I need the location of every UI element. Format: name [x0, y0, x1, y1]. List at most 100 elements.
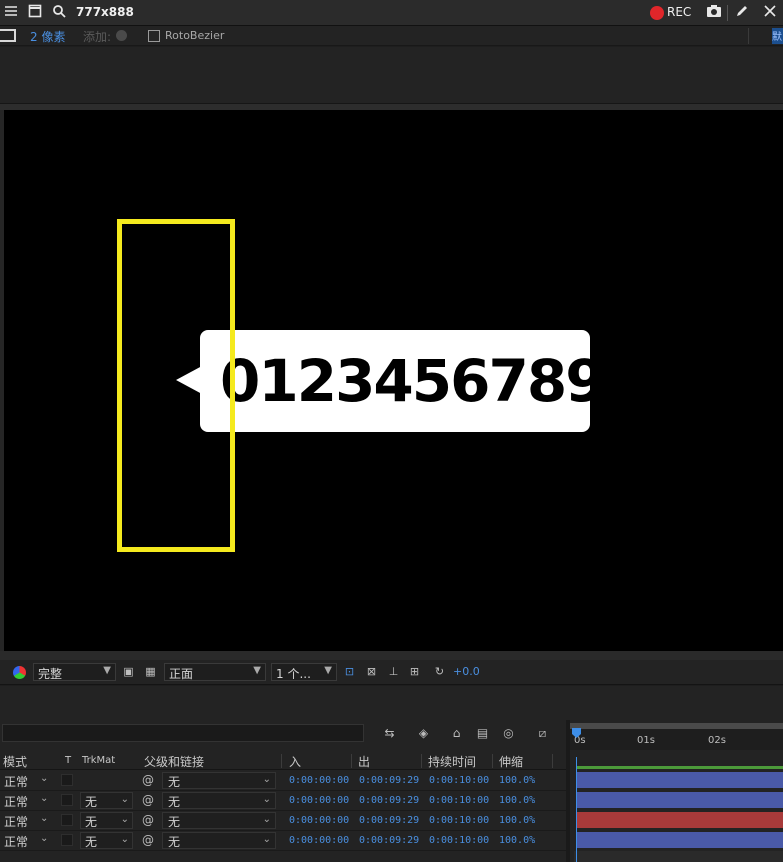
- chevron-down-icon: ⌄: [120, 834, 129, 845]
- layer-mode[interactable]: 正常: [4, 833, 28, 850]
- trkmat-select[interactable]: 无 ⌄: [80, 832, 133, 849]
- color-channel-icon[interactable]: [13, 666, 26, 679]
- chevron-down-icon: ⌄: [262, 814, 271, 825]
- layer-bar[interactable]: [576, 792, 783, 808]
- layer-bar[interactable]: [576, 812, 783, 828]
- parent-select[interactable]: 无 ⌄: [162, 812, 276, 829]
- menu-icon[interactable]: [4, 4, 22, 22]
- layer-out[interactable]: 0:00:09:29: [359, 815, 419, 826]
- pickwhip-icon[interactable]: @: [142, 813, 154, 827]
- divider: [727, 5, 728, 21]
- timeline-icon[interactable]: ⊥: [386, 665, 401, 679]
- workspace-tab-label: 默: [772, 32, 782, 43]
- chevron-down-icon[interactable]: ⌄: [40, 833, 48, 844]
- column-mode[interactable]: 模式: [3, 753, 27, 770]
- preserve-transparency-toggle[interactable]: [61, 794, 73, 806]
- column-trkmat[interactable]: TrkMat: [82, 755, 115, 766]
- fast-preview-icon[interactable]: ⊠: [364, 665, 379, 679]
- column-parent[interactable]: 父级和链接: [144, 753, 204, 770]
- empty-panel: [0, 686, 783, 720]
- layer-bar[interactable]: [576, 832, 783, 848]
- layer-row[interactable]: 正常 ⌄ 无 ⌄ @ 无 ⌄ 0:00:00:00 0:00:09:29 0:00:…: [0, 791, 566, 811]
- window-icon[interactable]: [28, 4, 46, 22]
- motion-blur-icon[interactable]: ◎: [500, 725, 517, 741]
- chevron-down-icon: ⌄: [262, 834, 271, 845]
- trkmat-value: 无: [85, 815, 98, 829]
- layer-stretch[interactable]: 100.0%: [499, 775, 535, 786]
- feather-pixels-value[interactable]: 2 像素: [30, 28, 65, 45]
- layer-stretch[interactable]: 100.0%: [499, 795, 535, 806]
- timeline-scrollbar[interactable]: [574, 851, 783, 862]
- camera-icon[interactable]: [706, 4, 724, 22]
- parent-select[interactable]: 无 ⌄: [162, 792, 276, 809]
- composition-viewer[interactable]: 0123456789: [4, 110, 783, 651]
- transparency-grid-icon[interactable]: ▦: [143, 665, 158, 679]
- flowchart-icon[interactable]: ⊞: [407, 665, 422, 679]
- layer-duration[interactable]: 0:00:10:00: [429, 795, 489, 806]
- reset-exposure-icon[interactable]: ↻: [432, 665, 447, 679]
- record-icon[interactable]: [650, 6, 664, 20]
- column-duration[interactable]: 持续时间: [428, 753, 476, 770]
- pen-icon[interactable]: [735, 4, 753, 22]
- trkmat-select[interactable]: 无 ⌄: [80, 812, 133, 829]
- work-area-bar[interactable]: [570, 723, 783, 729]
- layer-out[interactable]: 0:00:09:29: [359, 835, 419, 846]
- add-mode-icon[interactable]: [116, 30, 127, 41]
- view-layout-select[interactable]: 1 个... ▼: [271, 663, 337, 681]
- preserve-transparency-toggle[interactable]: [61, 774, 73, 786]
- layer-out[interactable]: 0:00:09:29: [359, 795, 419, 806]
- shape-tool-icon[interactable]: [0, 29, 16, 42]
- preserve-transparency-toggle[interactable]: [61, 834, 73, 846]
- layer-mode[interactable]: 正常: [4, 813, 28, 830]
- layer-duration[interactable]: 0:00:10:00: [429, 775, 489, 786]
- timeline-search-input[interactable]: [2, 724, 364, 742]
- parent-value: 无: [168, 815, 181, 829]
- layer-bar[interactable]: [576, 772, 783, 788]
- layer-stretch[interactable]: 100.0%: [499, 835, 535, 846]
- layer-in[interactable]: 0:00:00:00: [289, 815, 349, 826]
- time-ruler[interactable]: 0s 01s 02s: [570, 723, 783, 750]
- resolution-select[interactable]: 完整 ▼: [33, 663, 116, 681]
- layer-in[interactable]: 0:00:00:00: [289, 795, 349, 806]
- layer-mode[interactable]: 正常: [4, 793, 28, 810]
- layer-in[interactable]: 0:00:00:00: [289, 775, 349, 786]
- layer-out[interactable]: 0:00:09:29: [359, 775, 419, 786]
- composition-mini-flowchart-icon[interactable]: ⇆: [381, 725, 398, 741]
- chevron-down-icon[interactable]: ⌄: [40, 813, 48, 824]
- workspace-tab[interactable]: 默: [772, 28, 783, 44]
- search-icon[interactable]: [52, 4, 70, 22]
- rotobezier-checkbox[interactable]: [148, 30, 160, 42]
- column-out[interactable]: 出: [358, 753, 370, 770]
- chevron-down-icon[interactable]: ⌄: [40, 793, 48, 804]
- region-of-interest-icon[interactable]: ▣: [121, 665, 136, 679]
- view-select[interactable]: 正面 ▼: [164, 663, 266, 681]
- chevron-down-icon[interactable]: ⌄: [40, 773, 48, 784]
- layer-stretch[interactable]: 100.0%: [499, 815, 535, 826]
- parent-select[interactable]: 无 ⌄: [162, 832, 276, 849]
- trkmat-select[interactable]: 无 ⌄: [80, 792, 133, 809]
- record-label[interactable]: REC: [667, 5, 691, 19]
- parent-select[interactable]: 无 ⌄: [162, 772, 276, 789]
- close-icon[interactable]: [763, 4, 781, 22]
- pickwhip-icon[interactable]: @: [142, 793, 154, 807]
- layer-duration[interactable]: 0:00:10:00: [429, 815, 489, 826]
- graph-editor-icon[interactable]: ⧄: [534, 725, 551, 741]
- playhead-line: [576, 757, 577, 862]
- frame-blending-icon[interactable]: ▤: [474, 725, 491, 741]
- column-t[interactable]: T: [65, 755, 71, 766]
- layer-mode[interactable]: 正常: [4, 773, 28, 790]
- layer-row[interactable]: 正常 ⌄ 无 ⌄ @ 无 ⌄ 0:00:00:00 0:00:09:29 0:00:…: [0, 831, 566, 851]
- toggle-pixel-aspect-icon[interactable]: ⊡: [342, 665, 357, 679]
- column-stretch[interactable]: 伸缩: [499, 753, 523, 770]
- preserve-transparency-toggle[interactable]: [61, 814, 73, 826]
- column-in[interactable]: 入: [289, 753, 301, 770]
- pickwhip-icon[interactable]: @: [142, 833, 154, 847]
- hide-shy-layers-icon[interactable]: ⌂: [448, 725, 465, 741]
- pickwhip-icon[interactable]: @: [142, 773, 154, 787]
- layer-row[interactable]: 正常 ⌄ @ 无 ⌄ 0:00:00:00 0:00:09:29 0:00:10:…: [0, 771, 566, 791]
- layer-duration[interactable]: 0:00:10:00: [429, 835, 489, 846]
- draft-3d-icon[interactable]: ◈: [415, 725, 432, 741]
- layer-in[interactable]: 0:00:00:00: [289, 835, 349, 846]
- layer-row[interactable]: 正常 ⌄ 无 ⌄ @ 无 ⌄ 0:00:00:00 0:00:09:29 0:00:…: [0, 811, 566, 831]
- exposure-value[interactable]: +0.0: [453, 665, 480, 678]
